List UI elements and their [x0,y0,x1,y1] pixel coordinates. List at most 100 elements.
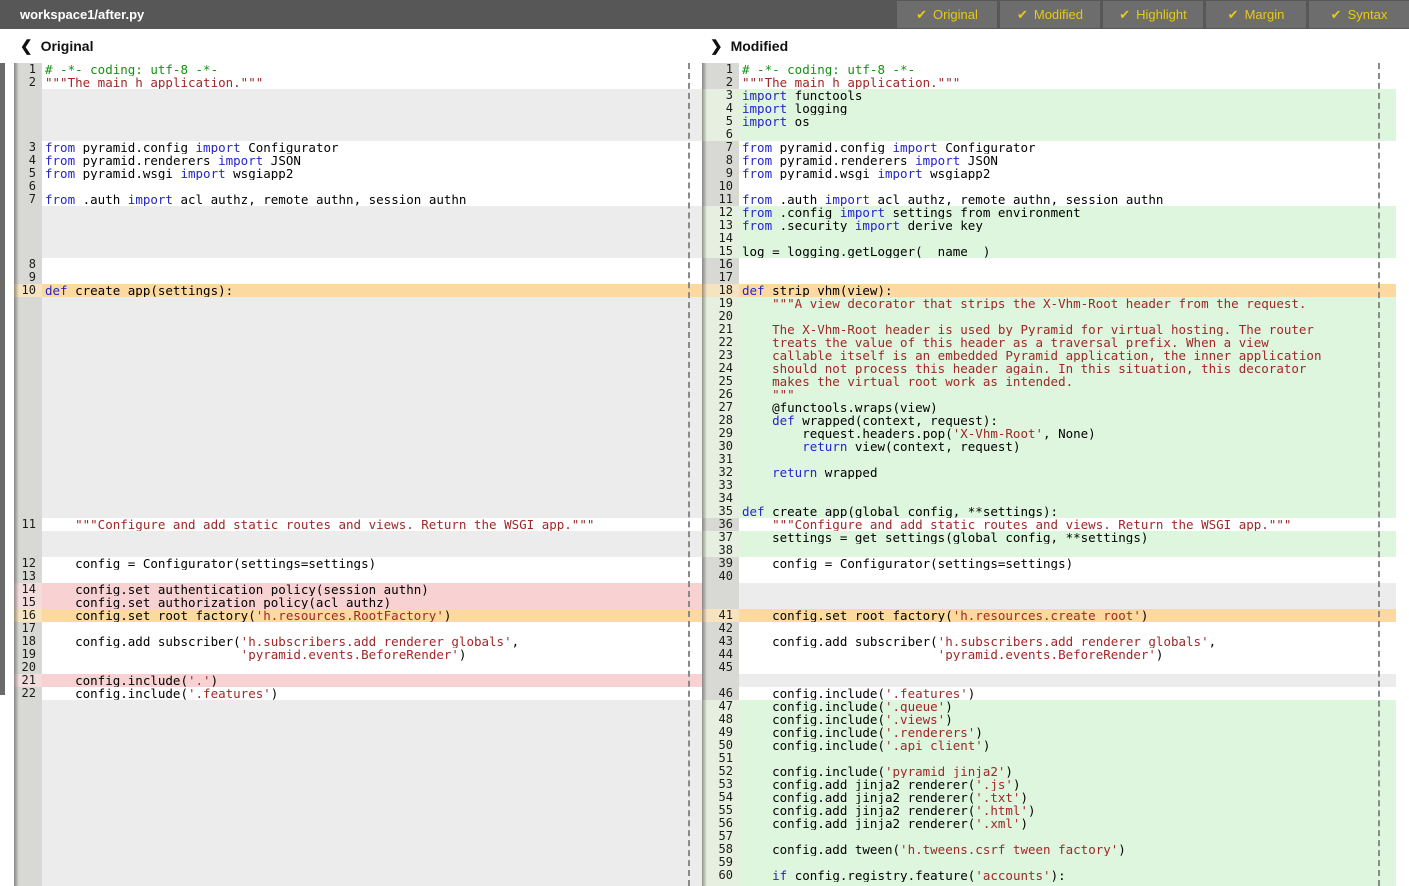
code-text [42,128,702,141]
code-line: 7from .auth import acl_authz, remote_aut… [14,193,702,206]
code-text [739,180,1396,193]
line-number: 4 [14,154,42,167]
toggle-modified-button[interactable]: ✔Modified [1000,1,1100,28]
filler-line [14,206,702,219]
code-line: 15log = logging.getLogger(__name__) [702,245,1396,258]
code-line: 13from .security import derive_key [702,219,1396,232]
code-line: 46 config.include('.features') [702,687,1396,700]
filler-line [14,804,702,817]
code-text [42,479,702,492]
filler-line [14,297,702,310]
line-number: 7 [14,193,42,206]
pane-modified[interactable]: 1# -*- coding: utf-8 -*-2"""The main h a… [702,63,1396,886]
code-text [42,804,702,817]
code-text [42,713,702,726]
line-number: 2 [14,76,42,89]
code-text [739,479,1396,492]
line-number [14,778,42,791]
code-text [42,245,702,258]
filler-line [14,349,702,362]
code-line: 33 [702,479,1396,492]
filler-line [14,375,702,388]
filler-line [14,882,702,886]
filler-line [702,596,1396,609]
toggle-syntax-button[interactable]: ✔Syntax [1309,1,1409,28]
line-number [14,492,42,505]
checkmark-icon: ✔ [916,7,927,23]
code-line: 27 @functools.wraps(view) [702,401,1396,414]
toggle-original-button[interactable]: ✔Original [897,1,997,28]
diff-map-left[interactable] [0,63,14,886]
code-text: from pyramid.renderers import JSON [42,154,702,167]
line-number [14,414,42,427]
filler-line [14,427,702,440]
code-line: 37 settings = get_settings(global_config… [702,531,1396,544]
code-text: from .auth import acl_authz, remote_auth… [42,193,702,206]
code-text: callable itself is an embedded Pyramid a… [739,349,1396,362]
code-text [42,349,702,362]
line-number [14,115,42,128]
code-text: config.add_tween('h.tweens.csrf_tween_fa… [739,843,1396,856]
code-line: 10 [702,180,1396,193]
code-text [42,492,702,505]
line-number: 4 [702,102,739,115]
code-line: 29 request.headers.pop('X-Vhm-Root', Non… [702,427,1396,440]
line-number: 10 [14,284,42,297]
checkmark-icon: ✔ [1119,7,1130,23]
code-text [42,440,702,453]
filler-line [14,544,702,557]
code-text: from pyramid.wsgi import wsgiapp2 [739,167,1396,180]
line-number [14,791,42,804]
filler-line [14,505,702,518]
code-text: def strip_vhm(view): [739,284,1396,297]
line-number: 22 [14,687,42,700]
code-text [739,258,1396,271]
code-text [42,271,702,284]
diff-map-right[interactable] [1396,63,1409,886]
toggle-button-label: Modified [1034,7,1083,22]
code-line: 26 """ [702,388,1396,401]
pane-original[interactable]: 1# -*- coding: utf-8 -*-2"""The main h a… [14,63,702,886]
filler-line [14,752,702,765]
code-text [42,752,702,765]
line-number: 5 [14,167,42,180]
code-line: 8from pyramid.renderers import JSON [702,154,1396,167]
code-text: return view(context, request) [739,440,1396,453]
code-text: treats the value of this header as a tra… [739,336,1396,349]
code-line: 22 treats the value of this header as a … [702,336,1396,349]
code-text [42,232,702,245]
code-text: def create_app(settings): [42,284,702,297]
code-text [42,622,702,635]
code-text: config.set_authentication_policy(session… [42,583,702,596]
code-text [42,89,702,102]
code-line: 56 config.add_jinja2_renderer('.xml') [702,817,1396,830]
chevron-right-icon: ❯ [710,37,723,55]
code-text: config.include('.views') [739,713,1396,726]
line-number [14,804,42,817]
code-line: 15 config.set_authorization_policy(acl_a… [14,596,702,609]
code-line: 35def create_app(global_config, **settin… [702,505,1396,518]
toggle-highlight-button[interactable]: ✔Highlight [1103,1,1203,28]
code-text [42,739,702,752]
filler-line [14,726,702,739]
code-text: config.include('.queue') [739,700,1396,713]
code-line: 1# -*- coding: utf-8 -*- [14,63,702,76]
map-viewport-thumb[interactable] [0,63,5,695]
code-text: config.include('.') [42,674,702,687]
code-line: 20 [14,661,702,674]
code-line: 13 [14,570,702,583]
code-line: 25 makes the virtual root work as intend… [702,375,1396,388]
pane-header-modified: ❯ Modified [710,29,788,63]
code-text: settings = get_settings(global_config, *… [739,531,1396,544]
line-number: 1 [14,63,42,76]
code-text [739,622,1396,635]
code-text: The X-Vhm-Root header is used by Pyramid… [739,323,1396,336]
filler-line [702,583,1396,596]
code-line: 60 if config.registry.feature('accounts'… [702,869,1396,882]
code-text [42,843,702,856]
toggle-margin-button[interactable]: ✔Margin [1206,1,1306,28]
code-text: # -*- coding: utf-8 -*- [739,63,1396,76]
filler-line [14,466,702,479]
filler-line [14,817,702,830]
filler-line [14,739,702,752]
